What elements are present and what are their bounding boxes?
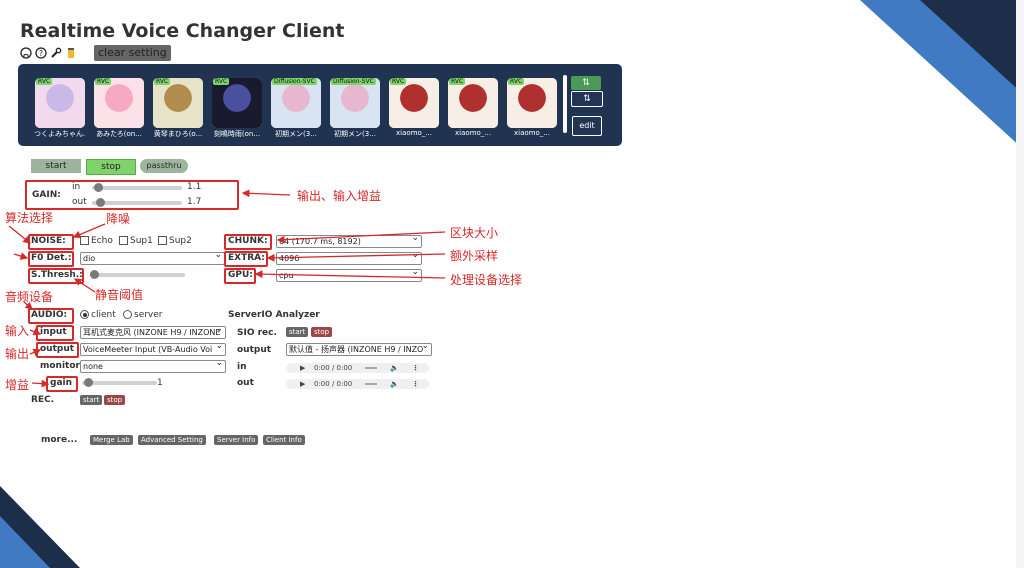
annotation-sthresh: 静音阈值 <box>95 288 144 302</box>
annotation-gpu: 处理设备选择 <box>450 273 523 287</box>
annotation-output: 输出 <box>5 347 30 361</box>
annotation-noise: 降噪 <box>106 212 131 226</box>
annotation-algo: 算法选择 <box>5 211 54 225</box>
annotation-audio: 音频设备 <box>5 290 54 304</box>
annotation-input: 输入 <box>5 324 30 338</box>
annotation-chunk: 区块大小 <box>450 226 499 240</box>
annotation-gain: 输出、输入增益 <box>297 189 382 203</box>
annotation-extra: 额外采样 <box>450 249 499 263</box>
annotation-gain2: 增益 <box>5 378 30 392</box>
